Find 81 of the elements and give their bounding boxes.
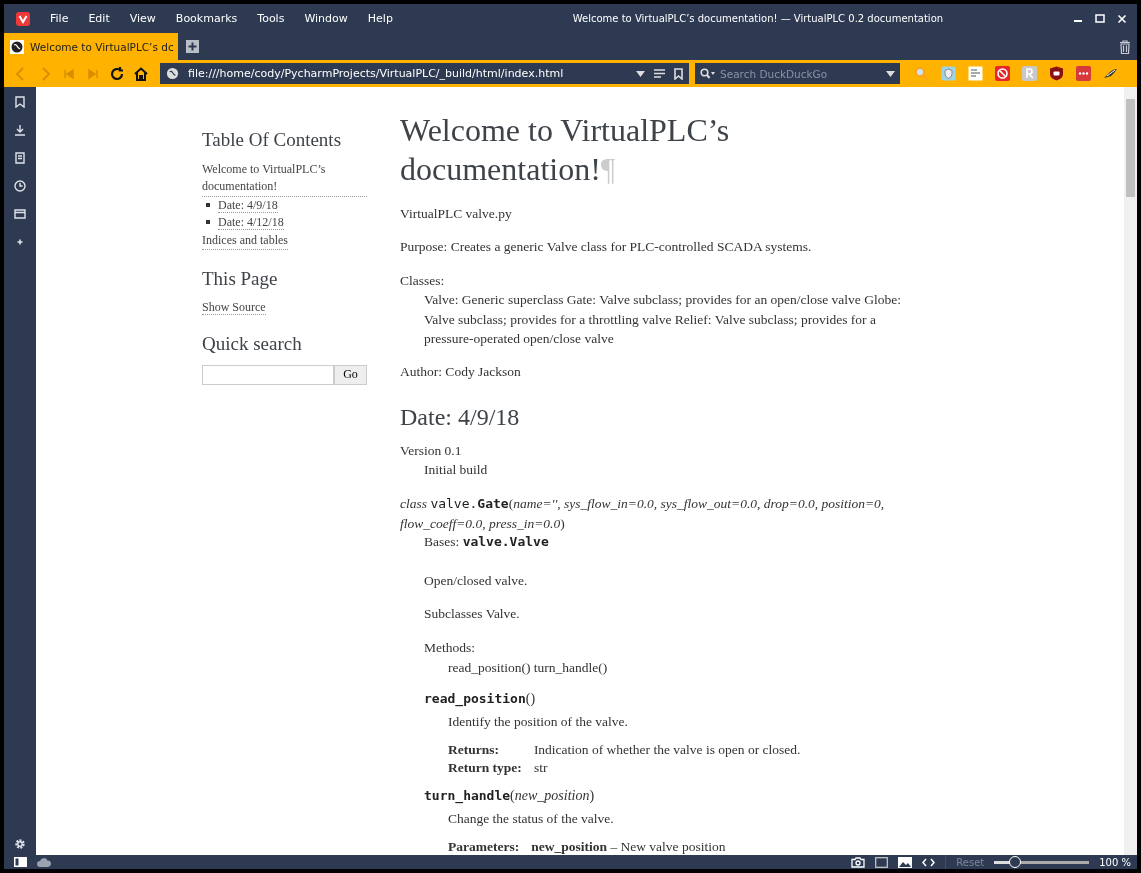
- zoom-level: 100 %: [1099, 856, 1131, 868]
- menu-item[interactable]: Help: [357, 12, 403, 25]
- shield-extension-icon[interactable]: [941, 66, 956, 81]
- definition-text: Valve: Generic superclass Gate: Valve subclass; provides for an open/close valve Globe: Valve subclass; provides for a throttling valve Relief: Valve subclass; provides for a pressure-operated open/close valve: [423, 291, 902, 349]
- toc-link[interactable]: Welcome to VirtualPLC’s documentation!: [202, 161, 367, 197]
- sidebar-heading: Quick search: [202, 332, 303, 355]
- definition-term: Methods:: [424, 639, 476, 658]
- menu-item[interactable]: View: [119, 12, 166, 25]
- quick-search-field[interactable]: [202, 364, 334, 385]
- trash-icon[interactable]: [1119, 40, 1131, 54]
- window-title: Welcome to VirtualPLC’s documentation! — VirtualPLC 0.2 documentation: [571, 13, 945, 24]
- history-panel-icon[interactable]: [14, 180, 26, 192]
- panel-toggle-icon[interactable]: [14, 857, 27, 867]
- class-signature: class valve.Gate(name='', sys_flow_in=0.0, sys_flow_out=0.0, drop=0.0, position=0, flow_coeff=0.0, press_in=0.0): [400, 495, 886, 533]
- badge-extension-icon[interactable]: [1049, 66, 1064, 81]
- bookmarks-panel-icon[interactable]: [14, 96, 26, 108]
- definition-term: Classes:: [400, 271, 446, 290]
- browser-tab[interactable]: Welcome to VirtualPLC’s dc: [4, 33, 178, 60]
- paragraph: VirtualPLC valve.py: [400, 205, 513, 223]
- paragraph: Open/closed valve.: [424, 572, 529, 591]
- method-signature: turn_handle(new_position): [424, 788, 596, 805]
- bookmark-icon[interactable]: [674, 67, 683, 80]
- definition-text: Initial build: [423, 461, 489, 480]
- reader-view-icon[interactable]: [654, 69, 665, 78]
- settings-icon[interactable]: [14, 838, 26, 850]
- code-icon[interactable]: [922, 857, 936, 867]
- zoom-slider-thumb[interactable]: [1009, 855, 1022, 868]
- scrollbar[interactable]: [1124, 87, 1137, 855]
- notes-panel-icon[interactable]: [14, 152, 26, 164]
- caret-icon[interactable]: [636, 70, 645, 77]
- menu-item[interactable]: Bookmarks: [165, 12, 248, 25]
- toc-link[interactable]: Indices and tables: [202, 231, 288, 250]
- search-field[interactable]: Search DuckDuckGo: [695, 63, 900, 84]
- window-icon[interactable]: [875, 856, 889, 868]
- field-value: Indication of whether the valve is open or closed.: [533, 742, 802, 759]
- globe-icon: [166, 67, 179, 80]
- globe-icon: [10, 39, 24, 54]
- paragraph: Author: Cody Jackson: [400, 363, 522, 382]
- cloud-icon[interactable]: [37, 857, 51, 867]
- window-panel-icon[interactable]: [14, 208, 26, 220]
- page-title: Welcome to VirtualPLC’s documentation!¶: [400, 111, 731, 189]
- toc-link[interactable]: Date: 4/9/18: [218, 197, 278, 213]
- menu-item[interactable]: Edit: [78, 12, 120, 25]
- caret-icon[interactable]: [886, 70, 895, 77]
- menu-item[interactable]: File: [40, 12, 79, 25]
- method-description: Change the status of the valve.: [448, 810, 615, 829]
- maximize-icon[interactable]: [1095, 13, 1105, 24]
- toc-link[interactable]: Date: 4/12/18: [218, 215, 284, 231]
- block-extension-icon[interactable]: [995, 66, 1010, 81]
- section-heading: Date: 4/9/18: [400, 403, 521, 431]
- home-icon[interactable]: [133, 65, 149, 82]
- field-label: Parameters:: [448, 839, 520, 855]
- method-signature: read_position(): [424, 691, 537, 708]
- paragraph: Subclasses Valve.: [424, 605, 521, 624]
- definition-term: Version 0.1: [400, 441, 463, 460]
- method-description: Identify the position of the valve.: [448, 713, 629, 732]
- image-icon[interactable]: [898, 856, 913, 868]
- address-field[interactable]: file:///home/cody/PycharmProjects/VirtualPLC/_build/html/index.html: [160, 63, 689, 84]
- field-label: Returns:: [448, 742, 500, 759]
- new-tab-icon[interactable]: [185, 40, 199, 53]
- base-class-name: valve.Valve: [462, 534, 549, 550]
- field-label: Return type:: [448, 760, 522, 777]
- go-button[interactable]: Go: [334, 364, 367, 385]
- definition-text: read_position() turn_handle(): [447, 658, 609, 677]
- bases-label: Bases:: [424, 534, 460, 550]
- dots-extension-icon[interactable]: [1076, 66, 1091, 81]
- search-icon[interactable]: [700, 68, 716, 79]
- paragraph: Purpose: Creates a generic Valve class for PLC-controlled SCADA systems.: [400, 237, 813, 256]
- menu-item[interactable]: Window: [294, 12, 358, 25]
- sidebar-heading: Table Of Contents: [202, 129, 343, 151]
- menu-item[interactable]: Tools: [247, 12, 295, 25]
- reload-icon[interactable]: [109, 65, 125, 82]
- browser-logo-icon[interactable]: [16, 11, 30, 26]
- show-source-link[interactable]: Show Source: [202, 299, 266, 315]
- field-value: str: [533, 760, 549, 777]
- downloads-panel-icon[interactable]: [14, 124, 26, 136]
- camera-icon[interactable]: [851, 856, 866, 868]
- sidebar-heading: This Page: [202, 267, 279, 290]
- field-value: new_position – New valve position: [531, 839, 727, 855]
- bird-extension-icon[interactable]: [1103, 66, 1118, 81]
- close-icon[interactable]: [1117, 13, 1127, 24]
